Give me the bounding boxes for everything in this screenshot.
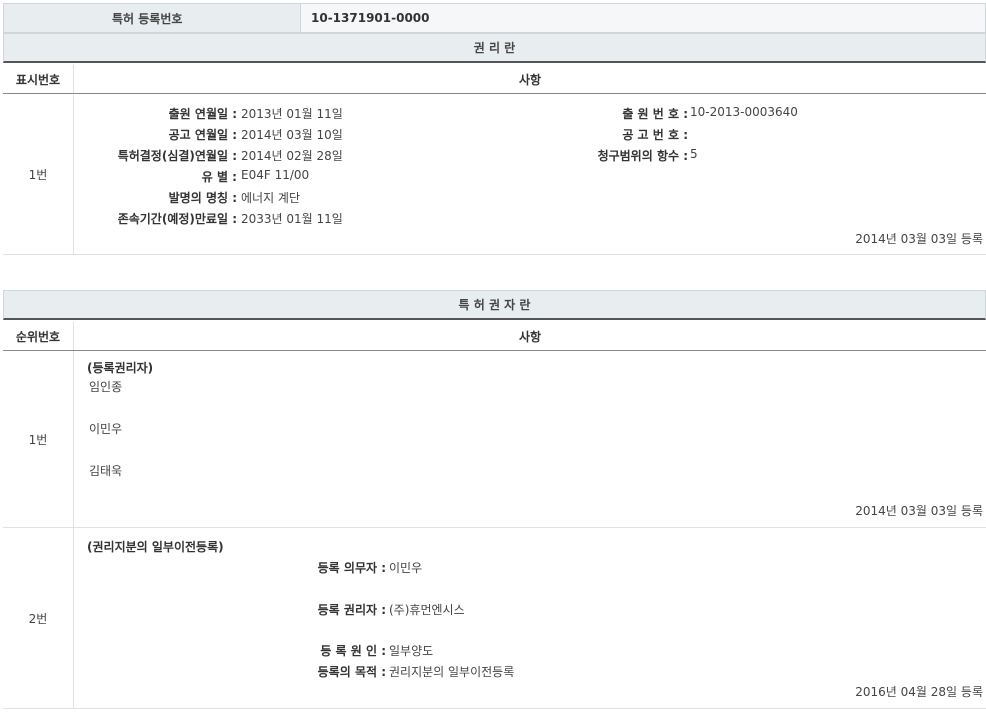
claims-count-label: 청구범위의 항수 : <box>597 149 688 163</box>
registration-date: 2014년 03월 03일 등록 <box>855 504 983 518</box>
decision-date-value: 2014년 02월 28일 <box>241 149 343 163</box>
expiry-date-label: 존속기간(예정)만료일 : <box>117 212 237 226</box>
rights-section-title: 권 리 란 <box>3 33 986 63</box>
filing-date-label: 출원 연월일 : <box>168 107 237 121</box>
claims-count-value: 5 <box>690 147 698 161</box>
holder-row: 2번 (권리지분의 일부이전등록) 등록 의무자 : 이민우 등록 권리자 : … <box>3 528 986 709</box>
content-header: 사항 <box>518 72 542 87</box>
holder-name: 김태욱 <box>89 464 123 478</box>
rights-table-header: 표시번호 사항 <box>3 65 986 94</box>
right-holder-label: 등록 권리자 : <box>317 603 386 617</box>
publication-date-value: 2014년 03월 10일 <box>241 128 343 142</box>
registration-number-value: 10-1371901-0000 <box>301 4 985 32</box>
registration-cause-value: 일부양도 <box>389 644 434 658</box>
right-holder-value: (주)휴먼엔시스 <box>389 603 465 617</box>
registration-cause-label: 등 록 원 인 : <box>320 644 386 658</box>
invention-title-value: 에너지 계단 <box>241 191 301 205</box>
decision-date-label: 특허결정(심결)연월일 : <box>117 149 237 163</box>
holder-name: 이민우 <box>89 422 123 436</box>
registration-number-bar: 특허 등록번호 10-1371901-0000 <box>3 3 986 33</box>
expiry-date-value: 2033년 01월 11일 <box>241 212 343 226</box>
registration-date: 2016년 04월 28일 등록 <box>855 685 983 699</box>
rights-row: 1번 출원 연월일 : 2013년 01월 11일 공고 연월일 : 2014년… <box>3 95 986 255</box>
registration-purpose-value: 권리지분의 일부이전등록 <box>389 665 515 679</box>
rank-number-header: 순위번호 <box>3 322 74 350</box>
classification-value: E04F 11/00 <box>241 168 310 182</box>
row-number: 1번 <box>3 95 74 254</box>
transfer-heading: (권리지분의 일부이전등록) <box>87 540 224 554</box>
holder-row: 1번 (등록권리자) 임인종 이민우 김태욱 2014년 03월 03일 등록 <box>3 351 986 528</box>
obligor-value: 이민우 <box>389 561 423 575</box>
registration-date: 2014년 03월 03일 등록 <box>855 232 983 246</box>
application-number-value: 10-2013-0003640 <box>690 105 798 119</box>
invention-title-label: 발명의 명칭 : <box>168 191 237 205</box>
filing-date-value: 2013년 01월 11일 <box>241 107 343 121</box>
content-header: 사항 <box>518 329 542 344</box>
obligor-label: 등록 의무자 : <box>317 561 386 575</box>
registered-holder-heading: (등록권리자) <box>87 361 154 375</box>
application-number-label: 출 원 번 호 : <box>622 107 688 121</box>
classification-label: 유 별 : <box>201 170 237 184</box>
publication-number-label: 공 고 번 호 : <box>622 128 688 142</box>
row-number: 2번 <box>3 528 74 708</box>
display-number-header: 표시번호 <box>3 65 74 93</box>
registration-purpose-label: 등록의 목적 : <box>317 665 386 679</box>
holder-name: 임인종 <box>89 380 123 394</box>
row-number: 1번 <box>3 351 74 527</box>
holders-table-header: 순위번호 사항 <box>3 322 986 351</box>
holders-section-title: 특 허 권 자 란 <box>3 290 986 320</box>
publication-date-label: 공고 연월일 : <box>168 128 237 142</box>
registration-number-label: 특허 등록번호 <box>4 4 301 32</box>
